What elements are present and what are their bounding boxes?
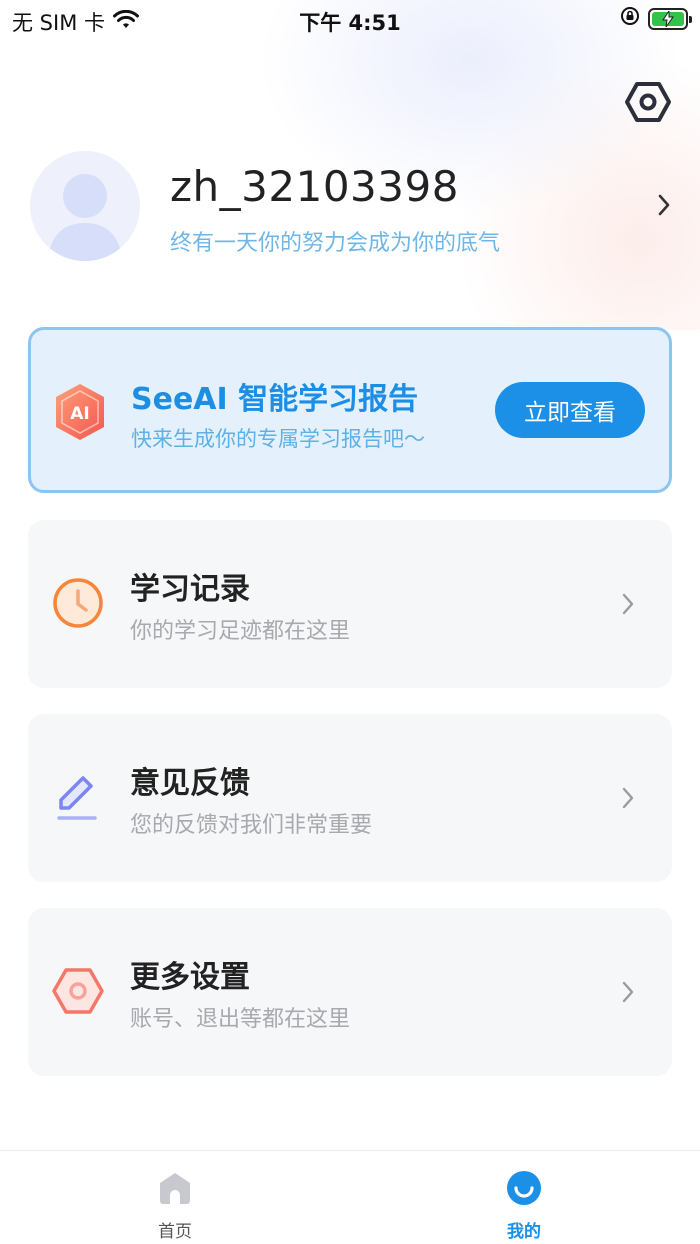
menu-title: 更多设置	[130, 960, 250, 995]
pencil-icon	[50, 769, 106, 825]
home-icon	[160, 1173, 190, 1204]
ai-report-title: SeeAI 智能学习报告	[131, 382, 419, 417]
menu-item-more-settings[interactable]: 更多设置 账号、退出等都在这里	[28, 908, 672, 1076]
tab-mine[interactable]: 我的	[464, 1169, 584, 1242]
hexagon-gear-icon	[625, 82, 671, 122]
menu-subtitle: 账号、退出等都在这里	[130, 1007, 351, 1032]
profile-row[interactable]: zh_32103398 终有一天你的努力会成为你的底气	[0, 140, 700, 270]
menu-subtitle: 你的学习足迹都在这里	[130, 619, 351, 644]
profile-motto: 终有一天你的努力会成为你的底气	[170, 231, 501, 256]
view-report-button[interactable]: 立即查看	[495, 382, 645, 438]
tab-mine-label: 我的	[507, 1222, 541, 1242]
username: zh_32103398	[170, 162, 459, 211]
ai-report-subtitle: 快来生成你的专属学习报告吧～	[131, 427, 425, 451]
avatar	[30, 151, 140, 261]
hexagon-settings-icon	[50, 963, 106, 1019]
menu-title: 学习记录	[130, 572, 250, 607]
default-avatar-icon	[48, 174, 122, 261]
status-time: 下午 4:51	[299, 11, 401, 35]
settings-button[interactable]	[624, 78, 672, 126]
status-right	[620, 6, 692, 31]
chevron-right-icon	[656, 193, 672, 221]
chevron-right-icon	[620, 592, 636, 620]
battery-icon	[648, 7, 692, 30]
ai-report-card[interactable]: AI SeeAI 智能学习报告 快来生成你的专属学习报告吧～ 立即查看	[28, 327, 672, 493]
orientation-lock-icon	[620, 6, 640, 31]
menu-item-feedback[interactable]: 意见反馈 您的反馈对我们非常重要	[28, 714, 672, 882]
status-bar: 无 SIM 卡 下午 4:51	[0, 0, 700, 40]
bottom-tab-bar: 首页 我的	[0, 1150, 700, 1244]
ai-hexagon-icon: AI	[53, 382, 107, 446]
smile-face-icon	[507, 1171, 541, 1205]
menu-item-learning-record[interactable]: 学习记录 你的学习足迹都在这里	[28, 520, 672, 688]
chevron-right-icon	[620, 980, 636, 1008]
menu-subtitle: 您的反馈对我们非常重要	[130, 813, 373, 838]
clock-icon	[50, 575, 106, 631]
menu-title: 意见反馈	[130, 766, 250, 801]
chevron-right-icon	[620, 786, 636, 814]
tab-home-label: 首页	[158, 1222, 192, 1242]
ai-icon-text: AI	[70, 404, 89, 424]
tab-home[interactable]: 首页	[115, 1169, 235, 1242]
